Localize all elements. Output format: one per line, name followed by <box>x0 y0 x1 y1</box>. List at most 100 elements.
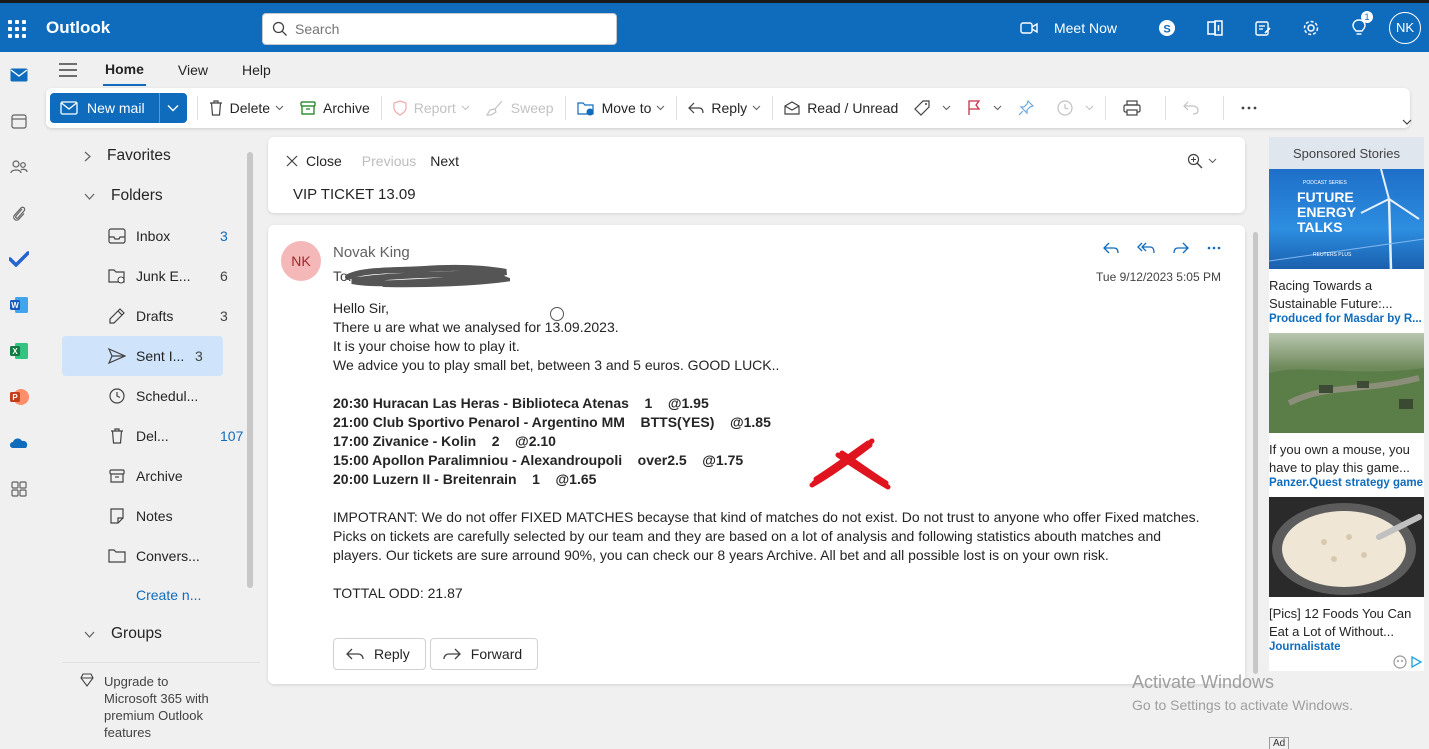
ad-source[interactable]: Produced for Masdar by R... <box>1269 313 1424 325</box>
folder-sent-items[interactable]: Sent I... 3 <box>62 336 223 376</box>
ad-choices[interactable] <box>1393 655 1424 669</box>
folder-junk[interactable]: Junk E... 6 <box>62 256 260 296</box>
message-date: Tue 9/12/2023 5:05 PM <box>1096 270 1221 284</box>
previous-button[interactable]: Previous <box>362 153 416 169</box>
create-new-folder-link[interactable]: Create n... <box>62 576 260 614</box>
rail-calendar[interactable] <box>0 98 38 144</box>
send-icon <box>108 348 126 364</box>
ad-source[interactable]: Journalistate <box>1269 641 1424 653</box>
report-button[interactable]: Report <box>385 93 478 123</box>
rail-word[interactable]: W <box>0 282 38 328</box>
tab-help[interactable]: Help <box>240 55 273 85</box>
new-mail-dropdown[interactable] <box>158 93 187 123</box>
chevron-right-icon <box>84 151 91 161</box>
app-launcher-icon[interactable] <box>4 16 28 40</box>
rail-onedrive[interactable] <box>0 420 38 466</box>
undo-button[interactable] <box>1169 93 1220 123</box>
ad-title[interactable]: If you own a mouse, you have to play thi… <box>1269 441 1424 476</box>
zoom-button[interactable] <box>1187 153 1217 169</box>
folder-conversation-history[interactable]: Convers... <box>62 536 260 576</box>
menu-button[interactable] <box>38 63 98 77</box>
flag-button[interactable] <box>959 93 1010 123</box>
folders-section[interactable]: Folders <box>62 176 260 216</box>
svg-text:W: W <box>11 301 19 310</box>
office-button[interactable] <box>1191 3 1239 52</box>
ad-title[interactable]: [Pics] 12 Foods You Can Eat a Lot of Wit… <box>1269 605 1424 640</box>
close-button[interactable]: Close <box>286 153 342 169</box>
sender-avatar[interactable]: NK <box>281 241 321 281</box>
print-button[interactable] <box>1109 93 1162 123</box>
folder-deleted[interactable]: Del... 107 <box>62 416 260 456</box>
forward-button[interactable]: Forward <box>429 638 539 670</box>
search-box[interactable] <box>262 13 617 45</box>
upgrade-banner[interactable]: Upgrade to Microsoft 365 with premium Ou… <box>62 662 260 749</box>
ad-title[interactable]: Racing Towards a Sustainable Future:... <box>1269 277 1424 312</box>
groups-section[interactable]: Groups <box>62 614 260 654</box>
ad-image[interactable] <box>1269 497 1424 597</box>
account-avatar[interactable]: NK <box>1389 11 1421 44</box>
sender-name[interactable]: Novak King <box>333 244 410 261</box>
reply-all-action[interactable] <box>1137 241 1155 255</box>
meet-now-button[interactable]: Meet Now <box>1020 20 1117 36</box>
folder-inbox[interactable]: Inbox 3 <box>62 216 260 256</box>
ad-label: Ad <box>1269 737 1290 749</box>
search-input[interactable] <box>295 21 595 37</box>
folder-archive[interactable]: Archive <box>62 456 260 496</box>
skype-button[interactable]: S <box>1143 3 1191 52</box>
categorize-button[interactable] <box>906 93 959 123</box>
tab-home[interactable]: Home <box>103 54 146 86</box>
ad-source[interactable]: Panzer.Quest strategy game <box>1269 477 1424 489</box>
chevron-down-icon <box>942 105 951 111</box>
toolbar-divider <box>772 96 774 120</box>
folder-count: 3 <box>195 348 203 364</box>
folder-drafts[interactable]: Drafts 3 <box>62 296 260 336</box>
folder-move-icon <box>576 102 594 116</box>
reply-button[interactable]: Reply <box>333 638 426 670</box>
expand-ribbon-button[interactable] <box>1402 112 1412 128</box>
tab-view[interactable]: View <box>176 55 210 85</box>
rail-mail[interactable] <box>0 52 38 98</box>
archive-button[interactable]: Archive <box>292 93 378 123</box>
junk-folder-icon <box>108 269 125 284</box>
reply-action[interactable] <box>1103 241 1119 255</box>
favorites-section[interactable]: Favorites <box>62 136 260 176</box>
rail-files[interactable] <box>0 190 38 236</box>
tips-button[interactable]: 1 <box>1335 3 1383 52</box>
reply-toolbar-button[interactable]: Reply <box>680 93 769 123</box>
ad-item[interactable]: If you own a mouse, you have to play thi… <box>1269 333 1424 489</box>
rail-excel[interactable]: X <box>0 328 38 374</box>
app-title[interactable]: Outlook <box>46 18 110 38</box>
trash-icon <box>111 428 123 444</box>
rail-more-apps[interactable] <box>0 466 38 512</box>
new-mail-button[interactable]: New mail <box>50 100 159 116</box>
chevron-down-icon <box>461 105 470 111</box>
ad-image[interactable]: PODCAST SERIES FUTURE ENERGY TALKS REUTE… <box>1269 169 1424 269</box>
next-button[interactable]: Next <box>430 153 459 169</box>
report-label: Report <box>413 100 456 116</box>
ad-item[interactable]: [Pics] 12 Foods You Can Eat a Lot of Wit… <box>1269 497 1424 653</box>
more-actions-button[interactable] <box>1227 93 1278 123</box>
delete-button[interactable]: Delete <box>201 93 292 123</box>
folders-label: Folders <box>111 187 163 204</box>
pin-button[interactable] <box>1010 93 1049 123</box>
folder-scheduled[interactable]: Schedul... <box>62 376 260 416</box>
forward-action[interactable] <box>1173 241 1189 255</box>
ad-image[interactable] <box>1269 333 1424 433</box>
search-icon <box>272 21 287 36</box>
move-to-button[interactable]: Move to <box>569 93 674 123</box>
rail-people[interactable] <box>0 144 38 190</box>
snooze-button[interactable] <box>1049 93 1102 123</box>
notes-button[interactable] <box>1239 3 1287 52</box>
sweep-button[interactable]: Sweep <box>478 93 562 123</box>
rail-todo[interactable] <box>0 236 38 282</box>
read-unread-button[interactable]: Read / Unread <box>776 93 906 123</box>
adchoices-icon <box>1411 655 1423 669</box>
settings-button[interactable] <box>1287 3 1335 52</box>
message-scrollbar[interactable] <box>1253 232 1258 674</box>
ad-item[interactable]: PODCAST SERIES FUTURE ENERGY TALKS REUTE… <box>1269 169 1424 325</box>
rail-powerpoint[interactable]: P <box>0 374 38 420</box>
folder-pane-scrollbar[interactable] <box>247 152 253 588</box>
top-bar: Outlook Meet Now S 1 NK <box>0 0 1429 52</box>
more-options-action[interactable] <box>1207 241 1221 255</box>
folder-notes[interactable]: Notes <box>62 496 260 536</box>
